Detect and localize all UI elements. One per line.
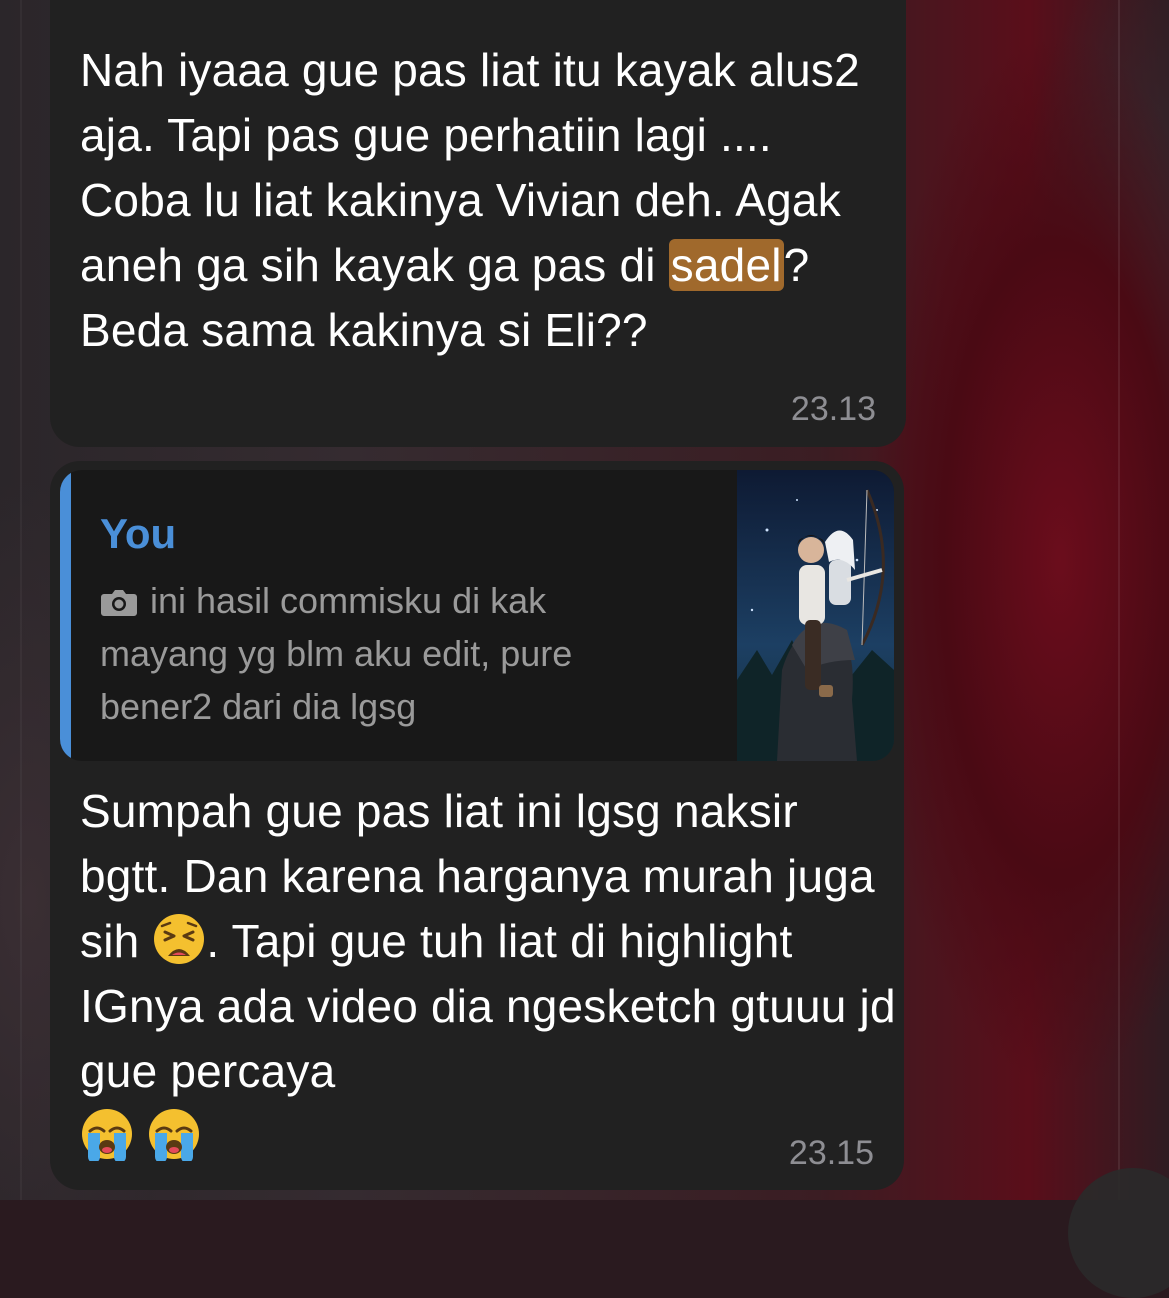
message-timestamp: 23.15 <box>788 1134 874 1172</box>
camera-icon <box>101 590 137 616</box>
reply-preview[interactable]: You ini hasil commisku di kak mayang yg … <box>60 470 894 761</box>
reply-author: You <box>100 510 177 557</box>
loudly-crying-face-emoji <box>82 1109 132 1161</box>
message-text: Sumpah gue pas liat ini lgsg naksir bgtt… <box>80 779 900 1169</box>
loudly-crying-face-emoji <box>148 1109 199 1161</box>
message-timestamp: 23.13 <box>790 390 876 428</box>
weary-face-emoji <box>154 914 205 964</box>
wallpaper-line <box>1118 0 1120 1200</box>
reply-message-text: ini hasil commisku di kak mayang yg blm … <box>100 580 573 727</box>
wallpaper-line <box>20 0 22 1200</box>
reply-accent-bar <box>60 470 71 761</box>
reply-text: ini hasil commisku di kak mayang yg blm … <box>100 574 680 733</box>
search-highlight: sadel <box>668 239 784 291</box>
thumbnail-image <box>737 470 894 761</box>
illustration-thumbnail[interactable] <box>737 470 894 761</box>
message-bubble[interactable]: You ini hasil commisku di kak mayang yg … <box>50 461 904 1190</box>
message-text: Nah iyaaa gue pas liat itu kayak alus2 a… <box>80 38 876 363</box>
message-bubble[interactable]: Nah iyaaa gue pas liat itu kayak alus2 a… <box>50 0 906 447</box>
